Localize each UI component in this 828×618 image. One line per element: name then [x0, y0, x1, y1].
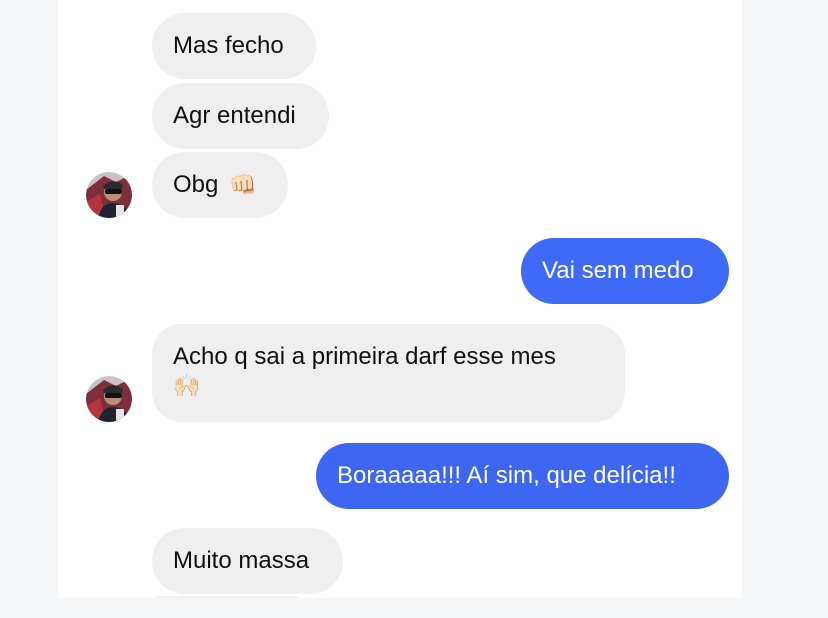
- message-text: Acho q sai a primeira darf esse mes: [173, 343, 556, 370]
- message-bubble-outgoing[interactable]: Boraaaaa!!! Aí sim, que delícia!!: [316, 443, 729, 509]
- message-bubble-incoming[interactable]: Acho q sai a primeira darf esse mes 🙌🏻: [152, 324, 625, 422]
- message-text: Obg: [173, 171, 219, 198]
- chat-thread: Mas fecho Agr entendi Obg 👊🏻 Vai sem med…: [58, 0, 742, 598]
- message-bubble-incoming[interactable]: Mas fecho: [152, 13, 316, 79]
- message-bubble-partial: [152, 596, 302, 598]
- message-text: Agr entendi: [173, 102, 296, 129]
- raised-hands-emoji-icon: 🙌🏻: [173, 374, 201, 399]
- message-text: Muito massa: [173, 547, 310, 574]
- contact-avatar[interactable]: [86, 172, 132, 218]
- message-bubble-incoming[interactable]: Muito massa: [152, 528, 343, 594]
- fist-emoji-icon: 👊🏻: [229, 173, 257, 198]
- message-bubble-incoming[interactable]: Obg 👊🏻: [152, 152, 288, 218]
- message-text: Vai sem medo: [542, 257, 694, 284]
- message-text: Mas fecho: [173, 32, 284, 59]
- contact-avatar[interactable]: [86, 376, 132, 422]
- message-bubble-outgoing[interactable]: Vai sem medo: [521, 238, 729, 304]
- message-bubble-incoming[interactable]: Agr entendi: [152, 83, 329, 149]
- message-text: Boraaaaa!!! Aí sim, que delícia!!: [337, 462, 676, 489]
